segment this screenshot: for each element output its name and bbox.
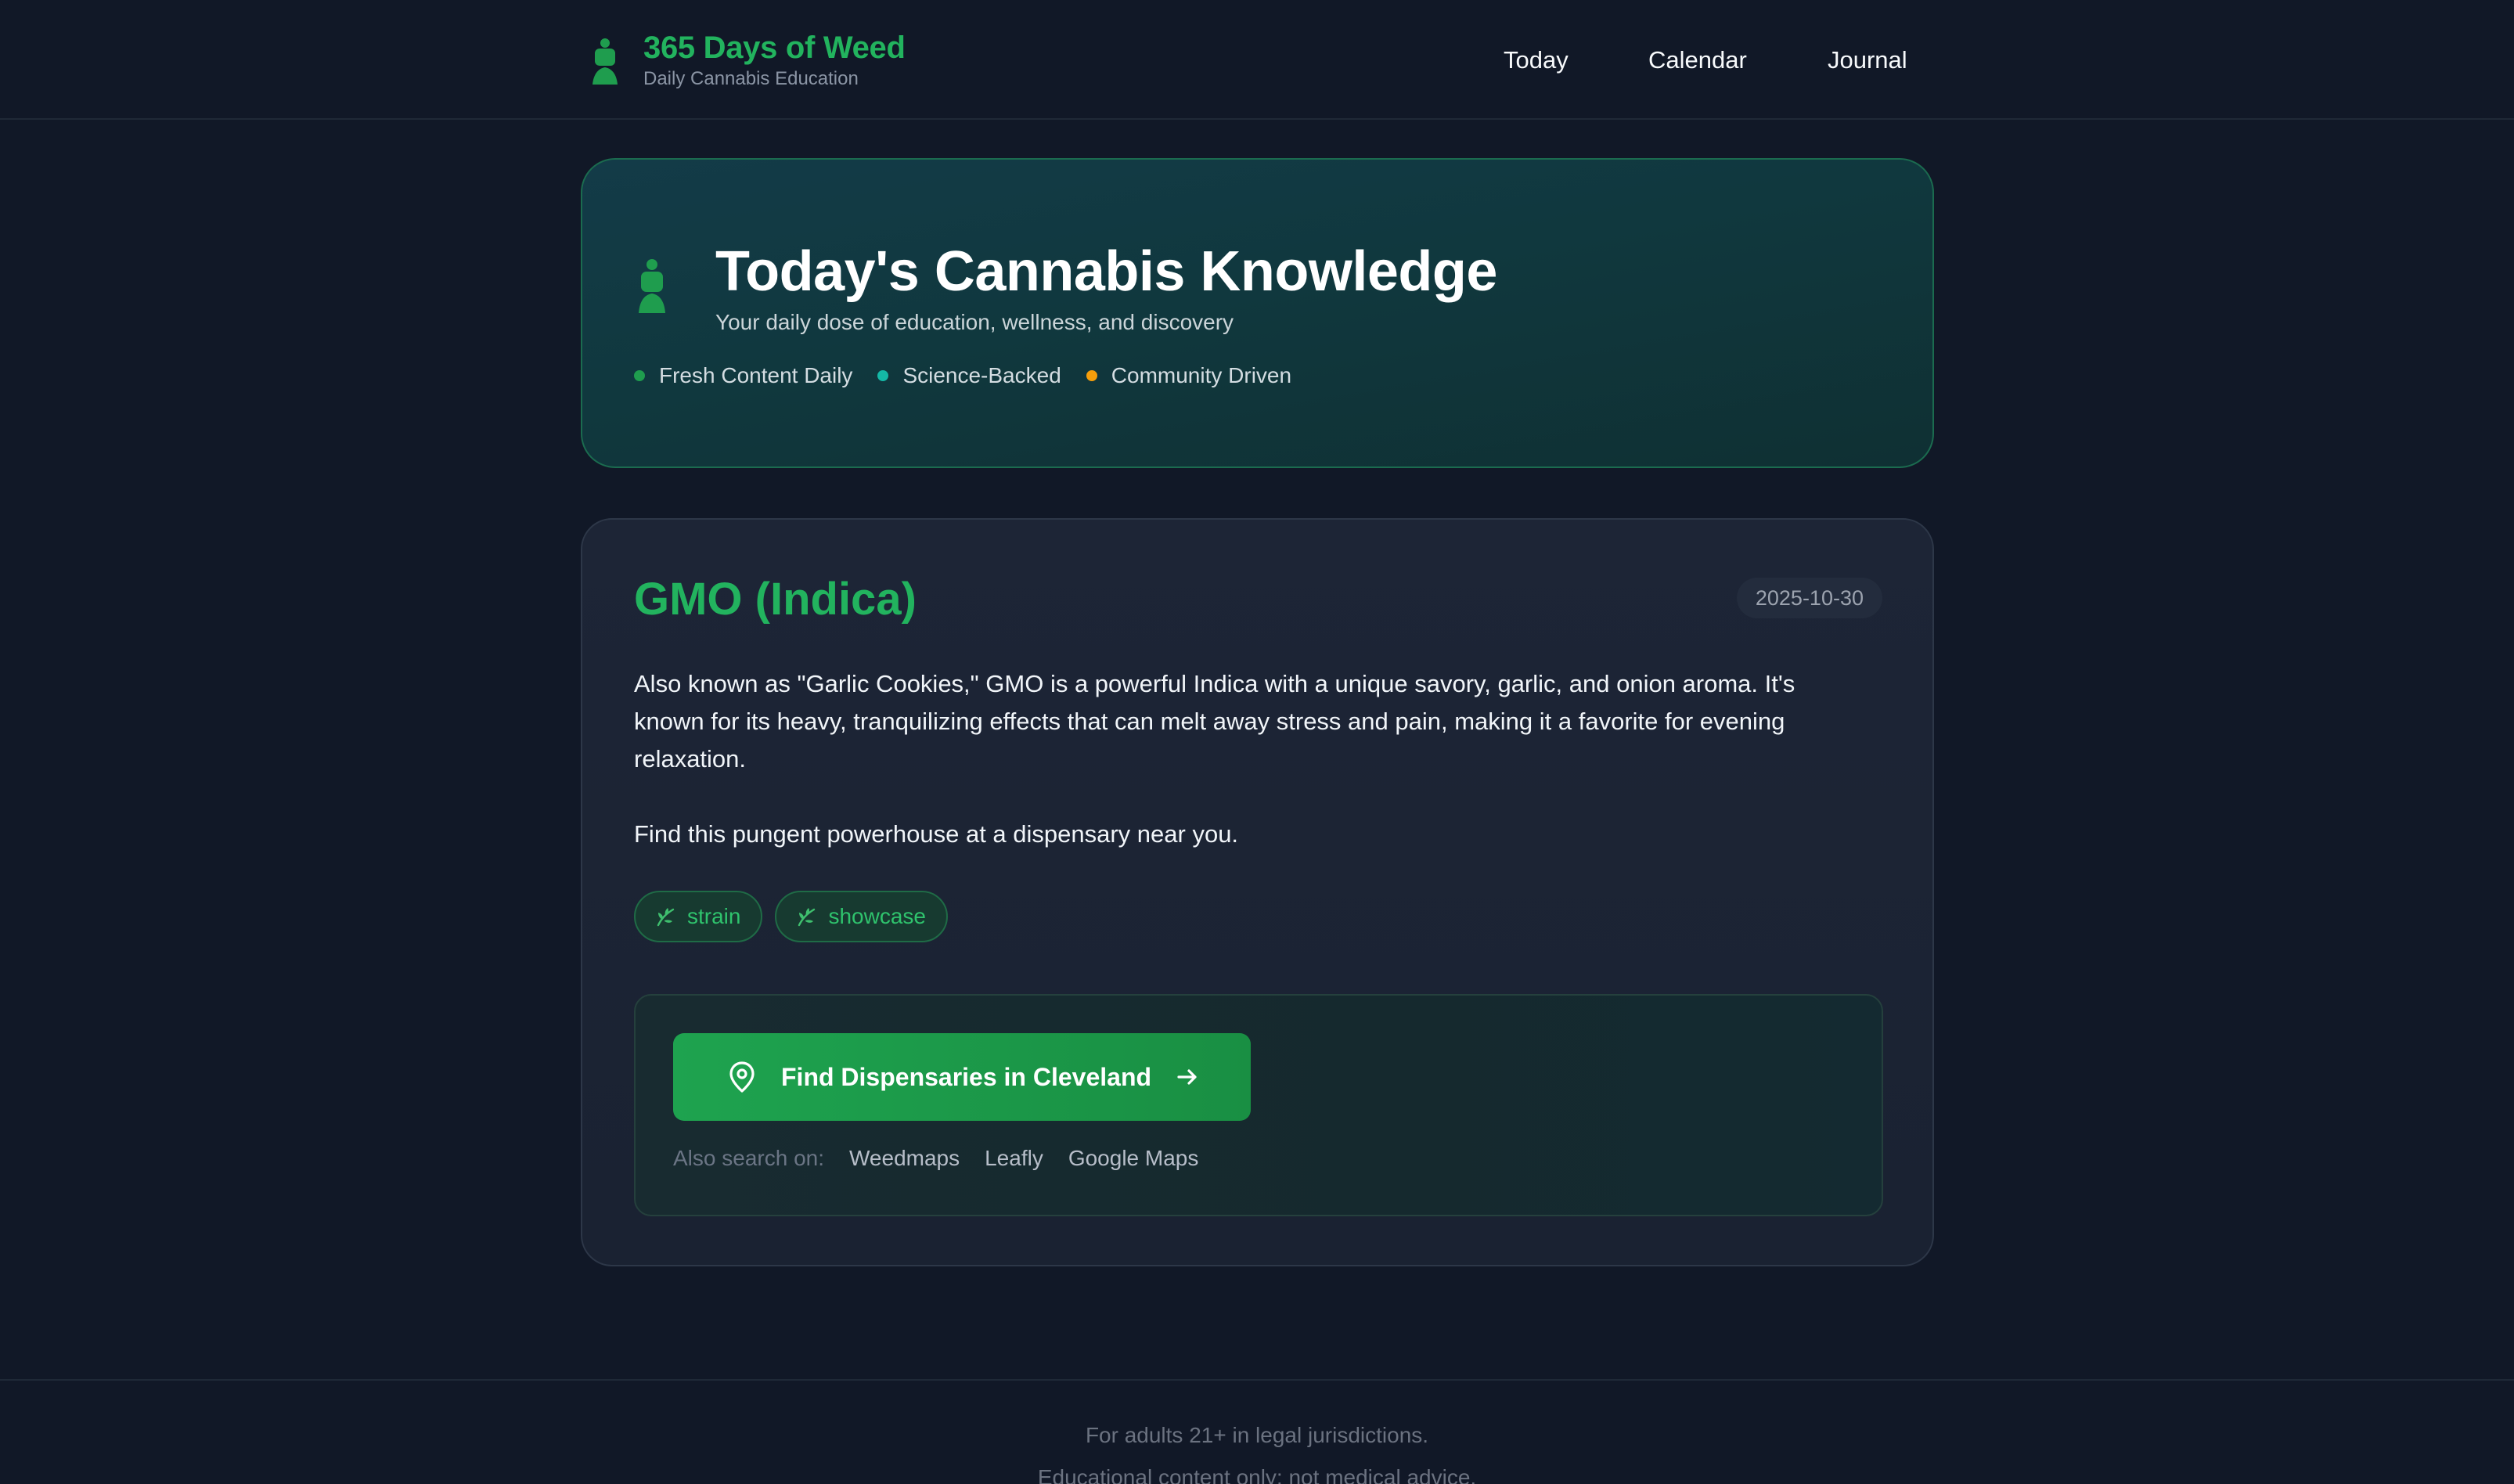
find-button-label: Find Dispensaries in Cleveland: [781, 1063, 1152, 1091]
description-line: Also known as "Garlic Cookies," GMO is a…: [634, 670, 1795, 697]
tag-strain[interactable]: strain: [634, 891, 763, 942]
feature-item: Science-Backed: [877, 360, 1061, 391]
feature-item: Community Driven: [1086, 360, 1291, 391]
description-line: relaxation.: [634, 745, 747, 773]
entry-description: Also known as "Garlic Cookies," GMO is a…: [634, 665, 1902, 778]
tag-label: showcase: [828, 904, 926, 928]
teal-dot-icon: [877, 370, 889, 381]
footer-disclaimer: Educational content only; not medical ad…: [1037, 1465, 1477, 1484]
entry-card: GMO (Indica) 2025-10-30 Also known as "G…: [581, 518, 1934, 1266]
green-dot-icon: [634, 370, 645, 381]
also-search-label: Also search on:: [673, 1146, 824, 1170]
feature-label: Fresh Content Daily: [659, 363, 853, 387]
feature-item: Fresh Content Daily: [634, 360, 852, 391]
find-dispensaries-button[interactable]: Find Dispensaries in Cleveland: [673, 1033, 1251, 1121]
map-pin-icon: [729, 1061, 755, 1093]
date-badge: 2025-10-30: [1736, 578, 1882, 618]
tag-list: strain showcase: [634, 891, 960, 942]
also-search-row: Also search on: Weedmaps Leafly Google M…: [673, 1143, 1223, 1174]
hero-title: Today's Cannabis Knowledge: [715, 240, 1497, 303]
link-weedmaps[interactable]: Weedmaps: [849, 1143, 960, 1174]
hero-banner: Today's Cannabis Knowledge Your daily do…: [581, 158, 1934, 468]
feature-label: Science-Backed: [902, 363, 1061, 387]
main-nav: Today Calendar Journal: [0, 39, 2514, 81]
nav-calendar[interactable]: Calendar: [1648, 39, 1747, 81]
page: 365 Days of Weed Daily Cannabis Educatio…: [0, 0, 2514, 1484]
entry-cta-text: Find this pungent powerhouse at a dispen…: [634, 820, 1239, 848]
feature-label: Community Driven: [1111, 363, 1292, 387]
entry-title: GMO (Indica): [634, 574, 917, 625]
dispensary-finder: Find Dispensaries in Cleveland Also sear…: [634, 994, 1883, 1216]
nav-today[interactable]: Today: [1504, 39, 1569, 81]
footer-age-notice: For adults 21+ in legal jurisdictions.: [1085, 1423, 1429, 1447]
link-leafly[interactable]: Leafly: [985, 1143, 1043, 1174]
leaf-icon: [657, 908, 675, 927]
hero-subtitle: Your daily dose of education, wellness, …: [715, 310, 1234, 334]
tag-label: strain: [687, 904, 741, 928]
feature-list: Fresh Content Daily Science-Backed Commu…: [634, 360, 1316, 391]
description-line: known for its heavy, tranquilizing effec…: [634, 708, 1785, 735]
nav-journal[interactable]: Journal: [1828, 39, 1907, 81]
person-icon: [639, 259, 665, 313]
leaf-icon: [798, 908, 816, 927]
top-bar: 365 Days of Weed Daily Cannabis Educatio…: [0, 0, 2514, 120]
amber-dot-icon: [1086, 370, 1097, 381]
footer: For adults 21+ in legal jurisdictions. E…: [0, 1379, 2514, 1484]
arrow-right-icon: [1177, 1069, 1197, 1085]
tag-showcase[interactable]: showcase: [775, 891, 948, 942]
link-google-maps[interactable]: Google Maps: [1068, 1143, 1199, 1174]
